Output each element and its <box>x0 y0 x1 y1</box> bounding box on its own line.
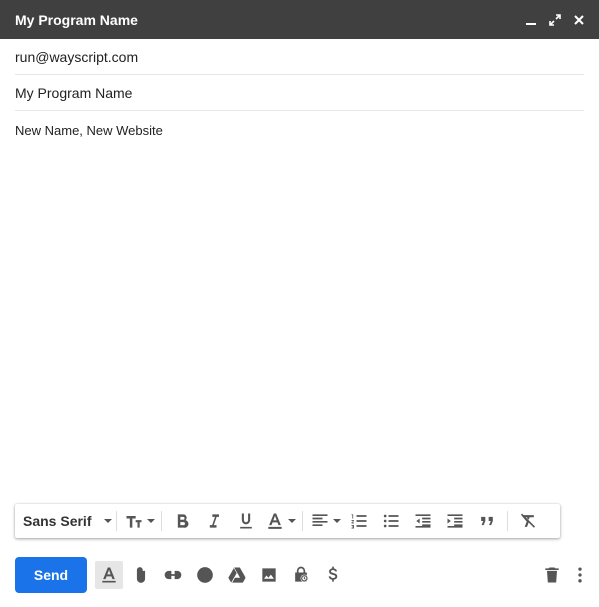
send-button[interactable]: Send <box>15 557 87 593</box>
toolbar-divider <box>507 511 509 531</box>
bold-icon[interactable] <box>166 508 198 534</box>
underline-icon[interactable] <box>230 508 262 534</box>
expand-icon[interactable] <box>543 8 567 32</box>
chevron-down-icon <box>146 519 155 523</box>
to-field[interactable]: run@wayscript.com <box>15 39 584 75</box>
dollar-icon[interactable] <box>319 561 347 589</box>
formatting-options-icon[interactable] <box>95 561 123 589</box>
message-body[interactable]: New Name, New Website <box>15 111 584 491</box>
align-icon[interactable] <box>307 508 343 534</box>
chevron-down-icon <box>332 519 341 523</box>
discard-draft-icon[interactable] <box>538 561 566 589</box>
bulleted-list-icon[interactable] <box>375 508 407 534</box>
font-select-label: Sans Serif <box>23 513 92 529</box>
emoji-icon[interactable] <box>191 561 219 589</box>
more-options-icon[interactable] <box>570 561 590 589</box>
subject-field[interactable]: My Program Name <box>15 75 584 111</box>
formatting-toolbar: Sans Serif <box>15 504 560 538</box>
compose-actions: Send <box>15 557 590 593</box>
drive-icon[interactable] <box>223 561 251 589</box>
indent-less-icon[interactable] <box>407 508 439 534</box>
compose-title: My Program Name <box>15 11 138 28</box>
confidential-mode-icon[interactable] <box>287 561 315 589</box>
remove-formatting-icon[interactable] <box>512 508 544 534</box>
toolbar-divider <box>116 511 118 531</box>
minimize-icon[interactable] <box>519 8 543 32</box>
insert-link-icon[interactable] <box>159 561 187 589</box>
compose-titlebar[interactable]: My Program Name <box>0 0 599 39</box>
toolbar-divider <box>302 511 304 531</box>
toolbar-divider <box>161 511 163 531</box>
italic-icon[interactable] <box>198 508 230 534</box>
insert-photo-icon[interactable] <box>255 561 283 589</box>
quote-icon[interactable] <box>471 508 503 534</box>
chevron-down-icon <box>287 519 296 523</box>
compose-window: My Program Name run@wayscript.com My Pro… <box>0 0 600 607</box>
font-select[interactable]: Sans Serif <box>23 508 113 534</box>
text-size-icon[interactable] <box>121 508 157 534</box>
numbered-list-icon[interactable] <box>343 508 375 534</box>
text-color-icon[interactable] <box>262 508 298 534</box>
close-icon[interactable] <box>567 8 591 32</box>
chevron-down-icon <box>104 519 113 523</box>
indent-more-icon[interactable] <box>439 508 471 534</box>
attach-file-icon[interactable] <box>127 561 155 589</box>
